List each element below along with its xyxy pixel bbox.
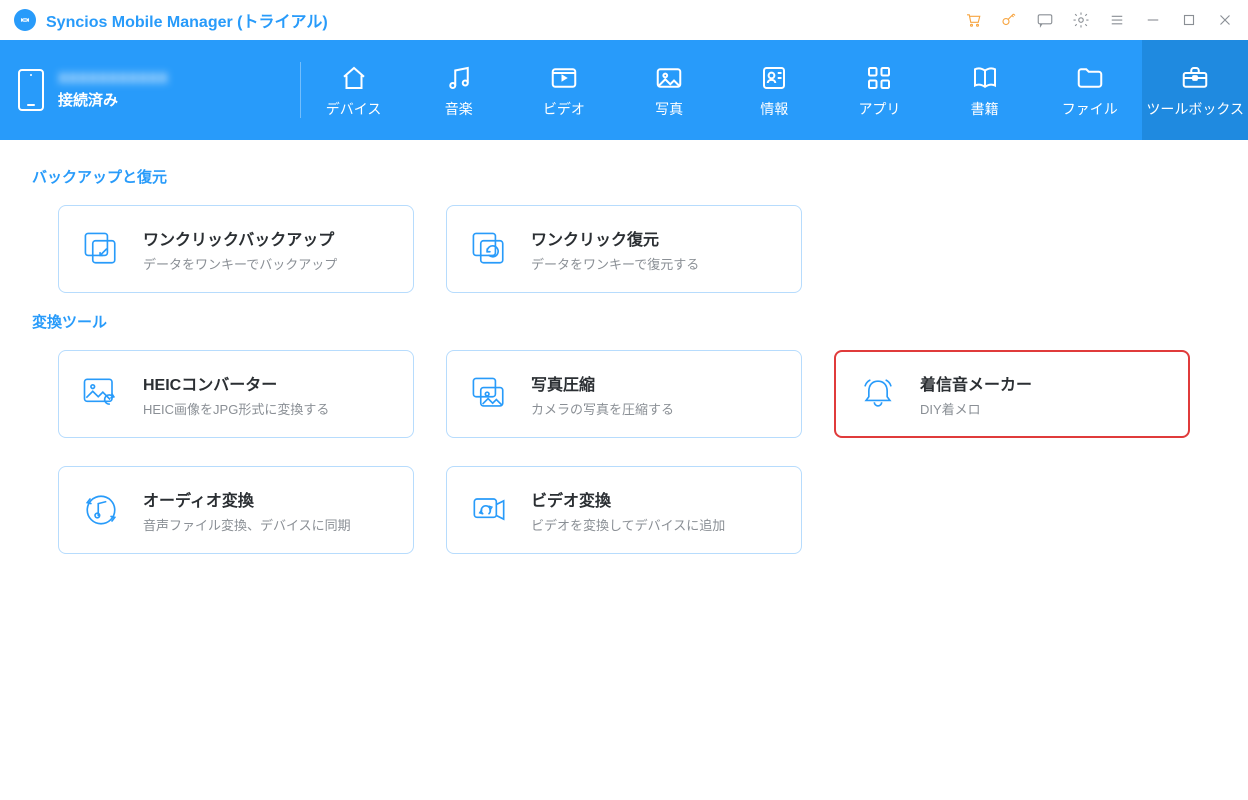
close-icon[interactable]	[1216, 11, 1234, 29]
tab-books[interactable]: 書籍	[932, 40, 1037, 140]
card-title: HEICコンバーター	[143, 371, 329, 395]
key-icon[interactable]	[1000, 11, 1018, 29]
tab-label: デバイス	[322, 101, 386, 117]
card-desc: 音声ファイル変換、デバイスに同期	[143, 515, 351, 534]
tab-apps[interactable]: アプリ	[827, 40, 932, 140]
tab-photo[interactable]: 写真	[617, 40, 722, 140]
backup-icon	[77, 225, 125, 273]
device-status: 接続済み	[58, 89, 168, 110]
card-heic-converter[interactable]: HEICコンバーター HEIC画像をJPG形式に変換する	[58, 350, 414, 438]
card-desc: データをワンキーで復元する	[531, 254, 699, 273]
cart-icon[interactable]	[964, 11, 982, 29]
card-one-click-restore[interactable]: ワンクリック復元 データをワンキーで復元する	[446, 205, 802, 293]
tab-label: 写真	[651, 101, 687, 117]
menu-icon[interactable]	[1108, 11, 1126, 29]
titlebar: Syncios Mobile Manager (トライアル)	[0, 0, 1248, 40]
card-title: ワンクリック復元	[531, 226, 699, 250]
card-one-click-backup[interactable]: ワンクリックバックアップ データをワンキーでバックアップ	[58, 205, 414, 293]
tab-label: ツールボックス	[1142, 101, 1248, 117]
feedback-icon[interactable]	[1036, 11, 1054, 29]
tab-label: ファイル	[1058, 101, 1122, 117]
tab-video[interactable]: ビデオ	[511, 40, 616, 140]
app-logo-icon	[14, 9, 36, 31]
tab-label: アプリ	[854, 101, 904, 117]
tab-label: 音楽	[441, 101, 477, 117]
restore-icon	[465, 225, 513, 273]
navbar: XXXXXXXXXXX 接続済み デバイス 音楽 ビデオ 写真 情報 アプリ	[0, 40, 1248, 140]
section-convert-title: 変換ツール	[32, 311, 1218, 332]
tab-info[interactable]: 情報	[722, 40, 827, 140]
card-desc: ビデオを変換してデバイスに追加	[531, 515, 725, 534]
app-title: Syncios Mobile Manager (トライアル)	[46, 8, 328, 32]
card-video-convert[interactable]: ビデオ変換 ビデオを変換してデバイスに追加	[446, 466, 802, 554]
card-desc: DIY着メロ	[920, 399, 1032, 418]
card-title: 着信音メーカー	[920, 371, 1032, 395]
titlebar-actions	[964, 11, 1234, 29]
tab-files[interactable]: ファイル	[1037, 40, 1142, 140]
phone-icon	[18, 69, 44, 111]
section-backup-title: バックアップと復元	[32, 166, 1218, 187]
card-title: 写真圧縮	[531, 371, 674, 395]
tab-label: 情報	[756, 101, 792, 117]
compress-icon	[465, 370, 513, 418]
maximize-icon[interactable]	[1180, 11, 1198, 29]
card-desc: データをワンキーでバックアップ	[143, 254, 337, 273]
heic-icon	[77, 370, 125, 418]
minimize-icon[interactable]	[1144, 11, 1162, 29]
bell-icon	[854, 370, 902, 418]
tab-music[interactable]: 音楽	[406, 40, 511, 140]
settings-icon[interactable]	[1072, 11, 1090, 29]
tab-label: 書籍	[967, 101, 1003, 117]
card-ringtone-maker[interactable]: 着信音メーカー DIY着メロ	[834, 350, 1190, 438]
audio-convert-icon	[77, 486, 125, 534]
card-photo-compress[interactable]: 写真圧縮 カメラの写真を圧縮する	[446, 350, 802, 438]
card-desc: HEIC画像をJPG形式に変換する	[143, 399, 329, 418]
device-block[interactable]: XXXXXXXXXXX 接続済み	[0, 40, 300, 140]
card-desc: カメラの写真を圧縮する	[531, 399, 674, 418]
device-name: XXXXXXXXXXX	[58, 70, 168, 87]
tab-label: ビデオ	[539, 101, 589, 117]
card-title: オーディオ変換	[143, 487, 351, 511]
card-audio-convert[interactable]: オーディオ変換 音声ファイル変換、デバイスに同期	[58, 466, 414, 554]
video-convert-icon	[465, 486, 513, 534]
card-title: ワンクリックバックアップ	[143, 226, 337, 250]
card-title: ビデオ変換	[531, 487, 725, 511]
tab-device[interactable]: デバイス	[301, 40, 406, 140]
content: バックアップと復元 ワンクリックバックアップ データをワンキーでバックアップ ワ…	[0, 140, 1248, 594]
tab-toolbox[interactable]: ツールボックス	[1142, 40, 1248, 140]
